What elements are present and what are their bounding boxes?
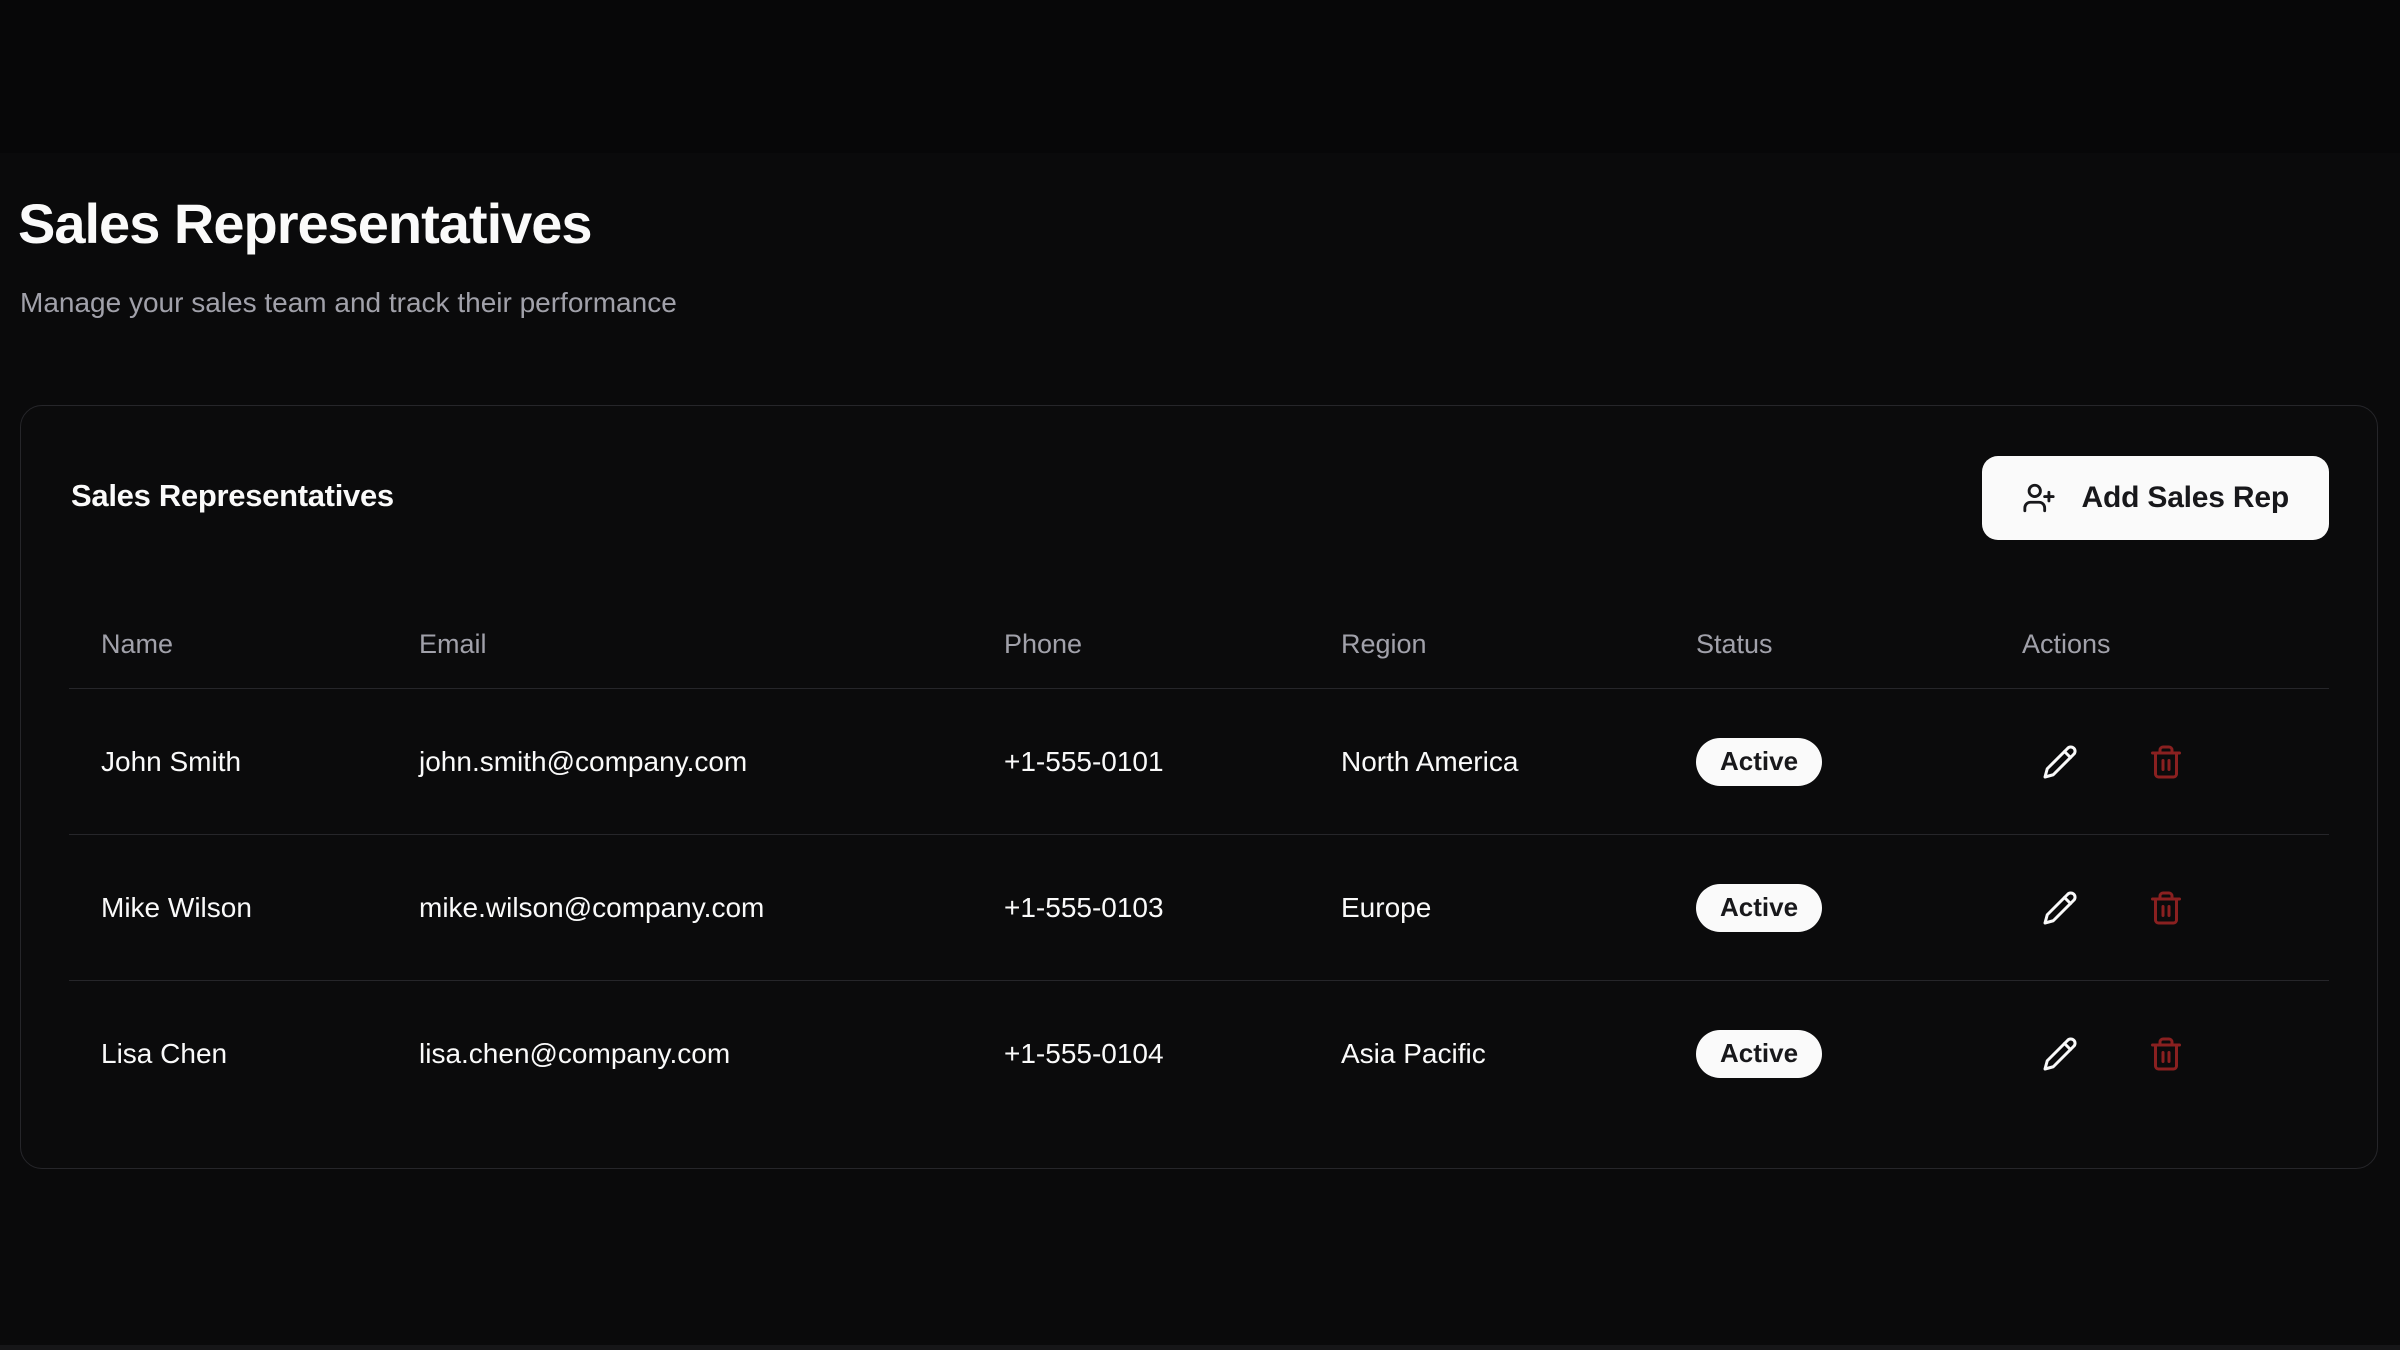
top-band <box>0 0 2400 153</box>
main-content: Sales Representatives Manage your sales … <box>0 153 2400 1345</box>
table-header-row: Name Email Phone Region Status Actions <box>69 601 2329 689</box>
column-header-actions: Actions <box>1990 629 2329 660</box>
add-sales-rep-label: Add Sales Rep <box>2082 481 2289 515</box>
cell-region: Europe <box>1309 892 1664 924</box>
column-header-region: Region <box>1309 629 1664 660</box>
cell-email: lisa.chen@company.com <box>387 1038 972 1070</box>
sales-reps-table: Name Email Phone Region Status Actions J… <box>69 601 2329 1126</box>
table-row: John Smith john.smith@company.com +1-555… <box>69 689 2329 835</box>
table-row: Mike Wilson mike.wilson@company.com +1-5… <box>69 835 2329 981</box>
status-badge: Active <box>1696 738 1822 786</box>
delete-button[interactable] <box>2146 888 2186 928</box>
cell-status: Active <box>1664 738 1990 786</box>
cell-actions <box>1990 1034 2329 1074</box>
pencil-icon <box>2042 890 2078 926</box>
cell-email: john.smith@company.com <box>387 746 972 778</box>
column-header-status: Status <box>1664 629 1990 660</box>
edit-button[interactable] <box>2040 742 2080 782</box>
page-subtitle: Manage your sales team and track their p… <box>20 285 677 321</box>
cell-email: mike.wilson@company.com <box>387 892 972 924</box>
pencil-icon <box>2042 744 2078 780</box>
delete-button[interactable] <box>2146 742 2186 782</box>
column-header-name: Name <box>69 629 387 660</box>
trash-icon <box>2148 1036 2184 1072</box>
column-header-phone: Phone <box>972 629 1309 660</box>
cell-name: Lisa Chen <box>69 1038 387 1070</box>
cell-name: Mike Wilson <box>69 892 387 924</box>
table-row: Lisa Chen lisa.chen@company.com +1-555-0… <box>69 981 2329 1126</box>
cell-phone: +1-555-0101 <box>972 746 1309 778</box>
sales-reps-card: Sales Representatives Add Sales Rep Name… <box>20 405 2378 1169</box>
cell-status: Active <box>1664 884 1990 932</box>
cell-name: John Smith <box>69 746 387 778</box>
cell-phone: +1-555-0104 <box>972 1038 1309 1070</box>
cell-phone: +1-555-0103 <box>972 892 1309 924</box>
cell-actions <box>1990 742 2329 782</box>
column-header-email: Email <box>387 629 972 660</box>
delete-button[interactable] <box>2146 1034 2186 1074</box>
pencil-icon <box>2042 1036 2078 1072</box>
trash-icon <box>2148 744 2184 780</box>
status-badge: Active <box>1696 1030 1822 1078</box>
cell-region: Asia Pacific <box>1309 1038 1664 1070</box>
screen: Sales Representatives Manage your sales … <box>0 0 2400 1350</box>
page-title: Sales Representatives <box>18 193 592 255</box>
cell-region: North America <box>1309 746 1664 778</box>
edit-button[interactable] <box>2040 888 2080 928</box>
cell-status: Active <box>1664 1030 1990 1078</box>
add-sales-rep-button[interactable]: Add Sales Rep <box>1982 456 2329 540</box>
status-badge: Active <box>1696 884 1822 932</box>
edit-button[interactable] <box>2040 1034 2080 1074</box>
bottom-edge <box>0 1345 2400 1350</box>
user-plus-icon <box>2022 481 2056 515</box>
cell-actions <box>1990 888 2329 928</box>
trash-icon <box>2148 890 2184 926</box>
card-title: Sales Representatives <box>71 478 394 514</box>
